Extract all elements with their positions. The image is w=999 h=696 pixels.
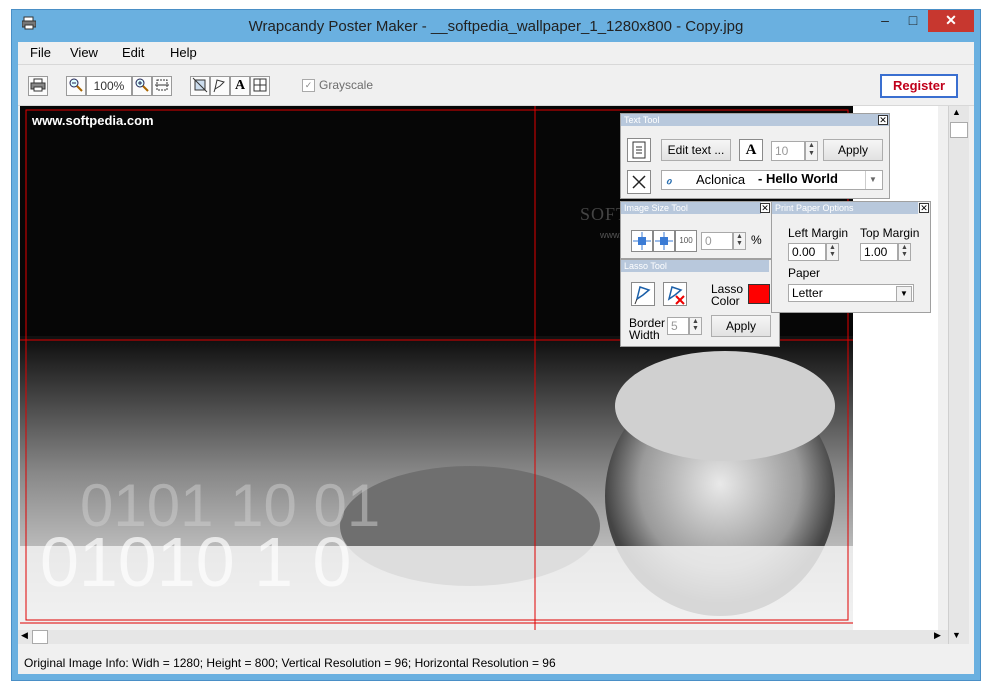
lasso-color-label-2: Color (711, 294, 740, 308)
resize-icon (192, 77, 208, 93)
edit-text-button[interactable]: Edit text ... (661, 139, 731, 161)
scroll-left-arrow-icon[interactable]: ◀ (21, 630, 28, 641)
scroll-down-arrow-icon[interactable]: ▼ (952, 630, 961, 640)
enlarge-arrows-icon (655, 232, 673, 250)
border-width-input[interactable]: 5 (667, 317, 689, 335)
lasso-draw-button[interactable] (631, 282, 655, 306)
scroll-right-arrow-icon[interactable]: ▶ (934, 630, 941, 641)
font-size-input[interactable]: 10 (771, 141, 805, 161)
window-title: Wrapcandy Poster Maker - __softpedia_wal… (248, 18, 744, 35)
status-bar: Original Image Info: Widh = 1280; Height… (24, 656, 556, 670)
top-margin-label: Top Margin (860, 226, 920, 240)
font-sample-label: - Hello World (758, 171, 838, 186)
left-margin-label: Left Margin (788, 226, 849, 240)
paper-label: Paper (788, 266, 821, 280)
text-a-icon: A (234, 78, 246, 93)
delete-text-button[interactable] (627, 170, 651, 194)
print-options-icon (253, 78, 267, 92)
lasso-tool-title: Lasso Tool (621, 260, 769, 272)
top-margin-input[interactable]: 1.00 (860, 243, 898, 261)
lasso-draw-icon (634, 286, 651, 305)
svg-text:01010 1 0: 01010 1 0 (40, 523, 351, 601)
print-paper-options-panel: Print Paper Options ✕ ✕ Left Margin 0.00… (760, 201, 931, 313)
font-name-label: Aclonica (696, 172, 746, 187)
lasso-clear-button[interactable] (663, 282, 687, 306)
print-options-button[interactable] (250, 76, 270, 96)
font-dropdown-arrow-icon[interactable]: ▼ (865, 171, 880, 189)
menu-help[interactable]: Help (170, 45, 197, 60)
font-color-button[interactable]: A (739, 139, 763, 161)
zoom-in-icon (135, 78, 149, 92)
image-percent-input[interactable]: 0 (701, 232, 733, 250)
vertical-scrollbar[interactable]: ▲ ▼ (948, 106, 969, 644)
scroll-up-arrow-icon[interactable]: ▲ (952, 107, 961, 117)
menu-bar: File View Edit Help (18, 42, 974, 64)
lasso-color-swatch[interactable] (748, 284, 770, 304)
horizontal-scroll-thumb[interactable] (32, 630, 48, 644)
menu-view[interactable]: View (70, 45, 98, 60)
fit-size-icon (155, 79, 169, 91)
image-percent-spinner[interactable]: ▲ ▼ (733, 232, 746, 250)
print-options-close-button[interactable]: ✕ (919, 203, 929, 213)
font-type-icon: ℴ (666, 173, 672, 187)
enlarge-image-button[interactable] (653, 230, 675, 252)
lasso-apply-button[interactable]: Apply (711, 315, 771, 337)
paste-text-button[interactable] (627, 138, 651, 162)
lasso-clear-icon (667, 286, 685, 305)
text-tool-panel: Text Tool ✕ Edit text ... A 10 ▲ ▼ Apply … (620, 113, 890, 199)
percent-sign: % (751, 233, 762, 247)
lasso-tool-button[interactable] (210, 76, 230, 96)
fit-size-button[interactable] (152, 76, 172, 96)
paper-value: Letter (792, 286, 823, 300)
register-button[interactable]: Register (880, 74, 958, 98)
image-size-tool-title: Image Size Tool (621, 202, 761, 214)
grayscale-label: Grayscale (319, 78, 374, 92)
font-select[interactable]: ℴ Aclonica - Hello World ▼ (661, 170, 883, 190)
text-tool-button[interactable]: A (230, 76, 250, 96)
zoom-out-icon (69, 78, 83, 92)
left-margin-spinner[interactable]: ▲ ▼ (826, 243, 839, 261)
minimize-button[interactable]: – (872, 10, 898, 32)
border-width-label-2: Width (629, 328, 660, 342)
print-button[interactable] (28, 76, 48, 96)
zoom-in-button[interactable] (132, 76, 152, 96)
delete-x-icon (632, 175, 646, 189)
lasso-tool-panel: Lasso Tool Lasso Color Border Width 5 ▲ ▼… (620, 259, 780, 347)
print-options-minimize-button[interactable]: ✕ (760, 203, 770, 213)
menu-edit[interactable]: Edit (122, 45, 144, 60)
font-size-spinner[interactable]: ▲ ▼ (805, 141, 818, 161)
title-bar: Wrapcandy Poster Maker - __softpedia_wal… (12, 10, 980, 42)
top-margin-spinner[interactable]: ▲ ▼ (898, 243, 911, 261)
text-tool-close-button[interactable]: ✕ (878, 115, 888, 125)
lasso-icon (213, 79, 225, 93)
reset-100-button[interactable]: 100 (675, 230, 697, 252)
text-apply-button[interactable]: Apply (823, 139, 883, 161)
left-margin-input[interactable]: 0.00 (788, 243, 826, 261)
shrink-image-button[interactable] (631, 230, 653, 252)
text-document-icon (632, 141, 646, 159)
maximize-button[interactable]: □ (900, 10, 926, 32)
font-a-icon: A (745, 142, 757, 158)
border-width-spinner[interactable]: ▲ ▼ (689, 317, 702, 335)
close-button[interactable]: ✕ (928, 10, 974, 32)
image-size-tool-panel: Image Size Tool ✕ 100 0 ▲▼ % (620, 201, 772, 259)
paper-dropdown-arrow-icon[interactable]: ▼ (896, 286, 912, 302)
zoom-level: 100% (86, 76, 132, 96)
zoom-out-button[interactable] (66, 76, 86, 96)
vertical-scroll-thumb[interactable] (950, 122, 968, 138)
grayscale-checkbox[interactable]: ✓ (302, 79, 315, 92)
text-tool-title: Text Tool (621, 114, 889, 126)
watermark-text: www.softpedia.com (32, 113, 154, 128)
menu-file[interactable]: File (30, 45, 51, 60)
toolbar: 100% A ✓ Grayscale Register (18, 64, 974, 106)
image-size-tool-button[interactable] (190, 76, 210, 96)
horizontal-scrollbar[interactable]: ◀ ▶ (18, 630, 948, 644)
paper-select[interactable]: Letter ▼ (788, 284, 914, 302)
printer-icon (30, 78, 46, 92)
shrink-arrows-icon (633, 232, 651, 250)
print-options-title: Print Paper Options (772, 202, 918, 214)
app-window: Wrapcandy Poster Maker - __softpedia_wal… (12, 10, 980, 680)
